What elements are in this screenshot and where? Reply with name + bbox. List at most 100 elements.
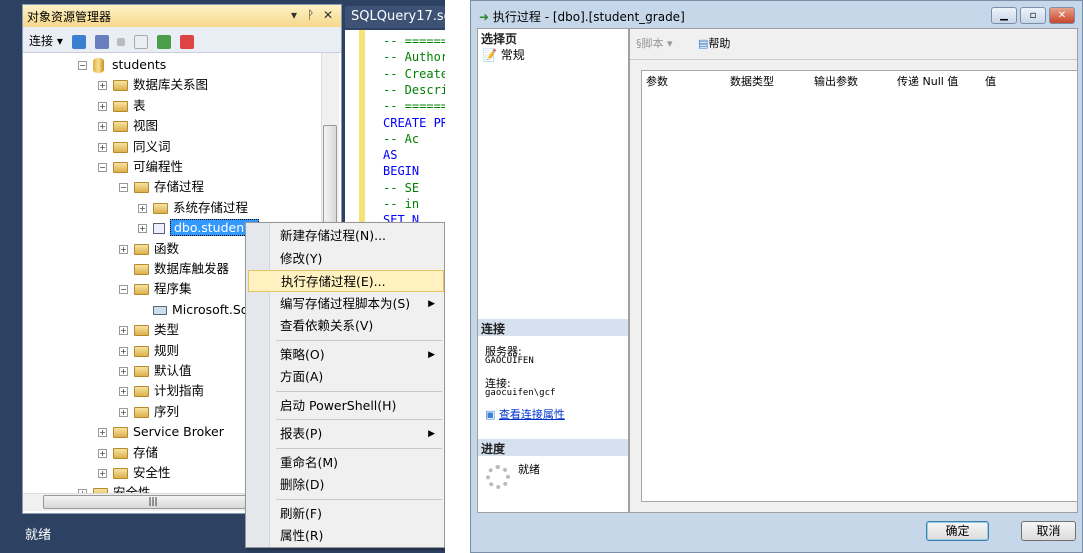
code-editor[interactable]: -- ====== -- Author -- Create -- Descri -- =… bbox=[345, 30, 445, 230]
menu-item[interactable]: 执行存储过程(E)... bbox=[248, 270, 444, 292]
tree-node[interactable]: + 系统存储过程 bbox=[138, 198, 248, 218]
expand-icon[interactable]: + bbox=[138, 224, 147, 234]
connection-value: gaocuifen\gcf bbox=[485, 388, 556, 398]
tree-node-label: 计划指南 bbox=[154, 383, 205, 399]
help-button[interactable]: ▤帮助 bbox=[698, 35, 730, 51]
folder-icon bbox=[113, 100, 128, 112]
collapse-icon[interactable]: − bbox=[98, 163, 107, 172]
stop-icon[interactable] bbox=[117, 37, 126, 46]
menu-item[interactable]: 编写存储过程脚本为(S) ▶ bbox=[271, 293, 443, 315]
tree-node-label: 存储 bbox=[133, 444, 159, 460]
menu-separator bbox=[276, 339, 442, 341]
menu-item-label: 编写存储过程脚本为(S) bbox=[280, 295, 411, 311]
tree-node[interactable]: Microsoft.Sq bbox=[138, 300, 249, 320]
tree-node-label: 同义词 bbox=[133, 138, 171, 154]
tree-node[interactable]: + dbo.student_ bbox=[138, 218, 260, 238]
expand-icon[interactable]: + bbox=[98, 448, 107, 458]
page-general[interactable]: 📝 常规 bbox=[482, 46, 525, 63]
tree-node[interactable]: + 安全性 bbox=[98, 463, 171, 483]
refresh-icon[interactable] bbox=[157, 34, 171, 49]
expand-icon[interactable]: + bbox=[98, 101, 107, 111]
folder-icon bbox=[134, 345, 149, 357]
column-header[interactable]: 传递 Null 值 bbox=[897, 73, 958, 89]
menu-item[interactable]: 新建存储过程(N)... bbox=[271, 225, 443, 247]
collapse-icon[interactable]: − bbox=[119, 183, 128, 193]
column-header[interactable]: 输出参数 bbox=[814, 73, 858, 89]
tree-node[interactable]: + 序列 bbox=[119, 402, 179, 422]
parameters-grid[interactable]: 参数 数据类型 输出参数 传递 Null 值 值 bbox=[641, 70, 1078, 502]
tree-node[interactable]: − 可编程性 bbox=[98, 157, 183, 177]
toolbar-divider bbox=[630, 59, 1077, 60]
code-line: -- SE bbox=[383, 180, 420, 195]
view-connection-properties-link[interactable]: ▣ 查看连接属性 bbox=[485, 406, 565, 422]
tab-sqlquery[interactable]: SQLQuery17.sql bbox=[345, 6, 445, 28]
tree-node[interactable]: + 数据库关系图 bbox=[98, 75, 208, 95]
tree-node[interactable]: + 计划指南 bbox=[119, 381, 204, 401]
menu-item[interactable]: 方面(A) bbox=[271, 366, 443, 388]
column-header[interactable]: 值 bbox=[985, 73, 996, 89]
tree-node[interactable]: + 规则 bbox=[119, 341, 179, 361]
close-icon[interactable]: ✕ bbox=[323, 8, 333, 22]
connect-button[interactable]: 连接 ▾ bbox=[29, 34, 63, 48]
menu-item[interactable]: 查看依赖关系(V) bbox=[271, 315, 443, 337]
tree-node[interactable]: + 视图 bbox=[98, 116, 158, 136]
collapse-icon[interactable]: − bbox=[119, 285, 128, 295]
progress-header: 进度 bbox=[478, 439, 628, 456]
tree-node[interactable]: + 存储 bbox=[98, 443, 158, 463]
pin-icon[interactable]: ᚹ bbox=[307, 8, 314, 22]
connect-object-icon[interactable] bbox=[71, 34, 86, 49]
expand-icon[interactable]: + bbox=[98, 469, 107, 478]
expand-icon[interactable]: + bbox=[98, 122, 107, 132]
menu-item[interactable]: 刷新(F) bbox=[271, 503, 443, 525]
filter-icon[interactable] bbox=[134, 34, 149, 49]
horizontal-scroll-thumb[interactable]: ||| bbox=[43, 495, 263, 509]
maximize-button[interactable]: ▫ bbox=[1020, 7, 1046, 24]
ok-button[interactable]: 确定 bbox=[926, 521, 989, 541]
expand-icon[interactable]: + bbox=[98, 81, 107, 91]
tree-node[interactable]: − students bbox=[78, 55, 166, 75]
tree-node[interactable]: − 存储过程 bbox=[119, 177, 204, 197]
tree-node[interactable]: 数据库触发器 bbox=[119, 259, 229, 279]
dropdown-icon[interactable]: ▾ bbox=[291, 8, 297, 22]
tree-node[interactable]: + 同义词 bbox=[98, 137, 171, 157]
tree-node[interactable]: − 程序集 bbox=[119, 279, 192, 299]
object-explorer-title: 对象资源管理器 bbox=[27, 10, 112, 24]
menu-item[interactable]: 重命名(M) bbox=[271, 452, 443, 474]
expand-icon[interactable]: + bbox=[138, 203, 147, 213]
stored-procedure-icon bbox=[153, 223, 165, 235]
cancel-button[interactable]: 取消 bbox=[1021, 521, 1076, 541]
expand-icon[interactable]: + bbox=[98, 428, 107, 438]
expand-icon[interactable]: + bbox=[119, 326, 128, 336]
tree-node[interactable]: + Service Broker bbox=[98, 422, 224, 442]
menu-item[interactable]: 修改(Y) bbox=[271, 248, 443, 270]
minimize-button[interactable]: ▁ bbox=[991, 7, 1017, 24]
help-icon: ▤ bbox=[698, 37, 709, 50]
tree-node[interactable]: + 表 bbox=[98, 96, 146, 116]
menu-separator bbox=[276, 419, 442, 420]
script-button[interactable]: §脚本 ▾ bbox=[636, 35, 673, 51]
tree-node-label: 函数 bbox=[154, 240, 180, 256]
expand-icon[interactable]: + bbox=[119, 407, 128, 417]
tree-node[interactable]: + 默认值 bbox=[119, 361, 192, 381]
tree-node[interactable]: + 类型 bbox=[119, 320, 179, 340]
column-header[interactable]: 数据类型 bbox=[730, 73, 774, 89]
column-header[interactable]: 参数 bbox=[646, 73, 668, 89]
code-line: -- in bbox=[383, 197, 420, 211]
expand-icon[interactable]: + bbox=[119, 346, 128, 356]
menu-item[interactable]: 删除(D) bbox=[271, 474, 443, 496]
menu-item[interactable]: 启动 PowerShell(H) bbox=[271, 395, 443, 417]
menu-item[interactable]: 策略(O) ▶ bbox=[271, 344, 443, 366]
expand-icon[interactable]: + bbox=[119, 244, 128, 254]
tree-node[interactable]: + 函数 bbox=[119, 239, 179, 259]
right-pane: §脚本 ▾ ▤帮助 参数 数据类型 输出参数 传递 Null 值 值 bbox=[629, 28, 1078, 513]
menu-item-label: 方面(A) bbox=[280, 369, 324, 384]
disconnect-icon[interactable] bbox=[94, 34, 109, 49]
close-button[interactable]: ✕ bbox=[1049, 7, 1075, 24]
collapse-icon[interactable]: − bbox=[78, 61, 87, 70]
menu-item[interactable]: 报表(P) ▶ bbox=[271, 423, 443, 445]
expand-icon[interactable]: + bbox=[119, 367, 128, 376]
expand-icon[interactable]: + bbox=[98, 142, 107, 152]
expand-icon[interactable]: + bbox=[119, 387, 128, 397]
menu-item[interactable]: 属性(R) bbox=[271, 525, 443, 547]
summary-icon[interactable] bbox=[179, 34, 194, 49]
